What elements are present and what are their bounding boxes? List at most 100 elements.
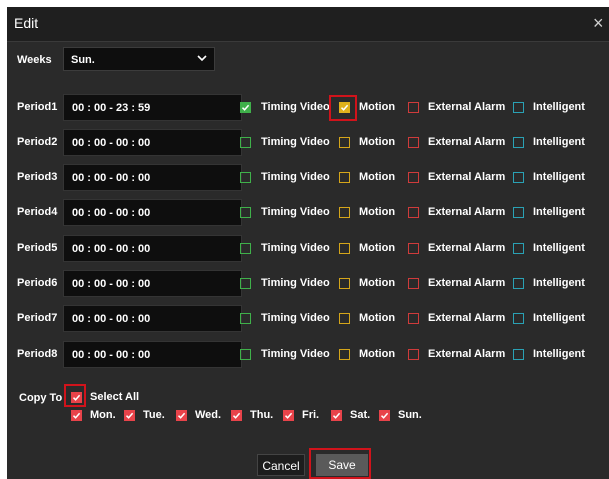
timing-label: Timing Video bbox=[261, 171, 330, 183]
period-label: Period5 bbox=[17, 242, 58, 254]
period-time-input[interactable]: 00 : 00 - 00 : 00 bbox=[63, 164, 242, 191]
motion-label: Motion bbox=[359, 206, 396, 218]
timing-label: Timing Video bbox=[261, 136, 330, 148]
period-row: Period5 00 : 00 - 00 : 00 Timing Video Moti… bbox=[7, 235, 609, 263]
period-label: Period6 bbox=[17, 277, 58, 289]
motion-checkbox[interactable] bbox=[339, 137, 350, 148]
chevron-down-icon bbox=[197, 55, 207, 62]
timing-label: Timing Video bbox=[261, 206, 330, 218]
motion-checkbox[interactable] bbox=[339, 243, 350, 254]
copy-day-checkbox[interactable] bbox=[124, 410, 135, 421]
copy-day-checkbox[interactable] bbox=[331, 410, 342, 421]
select-all-label: Select All bbox=[90, 391, 140, 403]
copy-day-checkbox[interactable] bbox=[176, 410, 187, 421]
period-time-value: 00 : 00 - 00 : 00 bbox=[72, 313, 151, 325]
timing-checkbox[interactable] bbox=[240, 349, 251, 360]
period-time-input[interactable]: 00 : 00 - 00 : 00 bbox=[63, 129, 242, 156]
alarm-checkbox[interactable] bbox=[408, 172, 419, 183]
weeks-select[interactable]: Sun. bbox=[63, 47, 215, 71]
period-label: Period8 bbox=[17, 348, 58, 360]
intelligent-label: Intelligent bbox=[533, 312, 585, 324]
alarm-checkbox[interactable] bbox=[408, 278, 419, 289]
dialog-title: Edit bbox=[14, 15, 39, 31]
period-time-input[interactable]: 00 : 00 - 00 : 00 bbox=[63, 235, 242, 262]
period-time-input[interactable]: 00 : 00 - 00 : 00 bbox=[63, 305, 242, 332]
alarm-checkbox[interactable] bbox=[408, 137, 419, 148]
alarm-checkbox[interactable] bbox=[408, 207, 419, 218]
motion-checkbox[interactable] bbox=[339, 207, 350, 218]
intelligent-checkbox[interactable] bbox=[513, 313, 524, 324]
motion-label: Motion bbox=[359, 312, 396, 324]
motion-checkbox[interactable] bbox=[339, 313, 350, 324]
select-all-highlight bbox=[64, 384, 86, 407]
edit-dialog: Edit × Weeks Sun. Period1 00 : 00 - 23 : … bbox=[7, 7, 609, 479]
motion-label: Motion bbox=[359, 277, 396, 289]
motion-label: Motion bbox=[359, 171, 396, 183]
period-time-input[interactable]: 00 : 00 - 00 : 00 bbox=[63, 270, 242, 297]
alarm-label: External Alarm bbox=[428, 206, 506, 218]
copy-to-label: Copy To bbox=[19, 392, 63, 404]
alarm-checkbox[interactable] bbox=[408, 102, 419, 113]
period-label: Period7 bbox=[17, 312, 58, 324]
copy-day-label: Mon. bbox=[90, 409, 116, 421]
intelligent-checkbox[interactable] bbox=[513, 137, 524, 148]
timing-checkbox[interactable] bbox=[240, 102, 251, 113]
timing-checkbox[interactable] bbox=[240, 137, 251, 148]
timing-label: Timing Video bbox=[261, 348, 330, 360]
alarm-label: External Alarm bbox=[428, 277, 506, 289]
alarm-checkbox[interactable] bbox=[408, 349, 419, 360]
period-time-value: 00 : 00 - 00 : 00 bbox=[72, 137, 151, 149]
timing-checkbox[interactable] bbox=[240, 313, 251, 324]
dialog-titlebar: Edit × bbox=[7, 7, 609, 42]
motion-label: Motion bbox=[359, 136, 396, 148]
alarm-label: External Alarm bbox=[428, 348, 506, 360]
timing-checkbox[interactable] bbox=[240, 172, 251, 183]
intelligent-checkbox[interactable] bbox=[513, 243, 524, 254]
period-time-value: 00 : 00 - 23 : 59 bbox=[72, 102, 151, 114]
copy-day-checkbox[interactable] bbox=[231, 410, 242, 421]
alarm-label: External Alarm bbox=[428, 171, 506, 183]
period-time-input[interactable]: 00 : 00 - 00 : 00 bbox=[63, 341, 242, 368]
intelligent-label: Intelligent bbox=[533, 348, 585, 360]
period-label: Period2 bbox=[17, 136, 58, 148]
period-row: Period4 00 : 00 - 00 : 00 Timing Video Moti… bbox=[7, 199, 609, 227]
intelligent-checkbox[interactable] bbox=[513, 207, 524, 218]
close-icon[interactable]: × bbox=[593, 14, 609, 32]
motion-checkbox[interactable] bbox=[339, 172, 350, 183]
period-row: Period8 00 : 00 - 00 : 00 Timing Video Moti… bbox=[7, 341, 609, 369]
motion-label: Motion bbox=[359, 242, 396, 254]
timing-checkbox[interactable] bbox=[240, 207, 251, 218]
intelligent-checkbox[interactable] bbox=[513, 172, 524, 183]
period-label: Period3 bbox=[17, 171, 58, 183]
cancel-button[interactable]: Cancel bbox=[257, 454, 305, 476]
copy-day-checkbox[interactable] bbox=[379, 410, 390, 421]
period-time-value: 00 : 00 - 00 : 00 bbox=[72, 207, 151, 219]
period-row: Period1 00 : 00 - 23 : 59 Timing Video Moti… bbox=[7, 94, 609, 122]
alarm-checkbox[interactable] bbox=[408, 243, 419, 254]
copy-day-checkbox[interactable] bbox=[283, 410, 294, 421]
timing-checkbox[interactable] bbox=[240, 278, 251, 289]
period-time-input[interactable]: 00 : 00 - 00 : 00 bbox=[63, 199, 242, 226]
motion-label: Motion bbox=[359, 348, 396, 360]
intelligent-label: Intelligent bbox=[533, 242, 585, 254]
period-row: Period3 00 : 00 - 00 : 00 Timing Video Moti… bbox=[7, 164, 609, 192]
period-label: Period4 bbox=[17, 206, 58, 218]
copy-day-checkbox[interactable] bbox=[71, 410, 82, 421]
motion-checkbox[interactable] bbox=[339, 349, 350, 360]
intelligent-checkbox[interactable] bbox=[513, 349, 524, 360]
alarm-label: External Alarm bbox=[428, 242, 506, 254]
weeks-label: Weeks bbox=[17, 54, 52, 66]
intelligent-label: Intelligent bbox=[533, 171, 585, 183]
intelligent-checkbox[interactable] bbox=[513, 102, 524, 113]
alarm-label: External Alarm bbox=[428, 312, 506, 324]
period-row: Period6 00 : 00 - 00 : 00 Timing Video Moti… bbox=[7, 270, 609, 298]
motion-checkbox[interactable] bbox=[339, 278, 350, 289]
period-time-input[interactable]: 00 : 00 - 23 : 59 bbox=[63, 94, 242, 121]
period-label: Period1 bbox=[17, 101, 58, 113]
intelligent-checkbox[interactable] bbox=[513, 278, 524, 289]
timing-checkbox[interactable] bbox=[240, 243, 251, 254]
alarm-label: External Alarm bbox=[428, 101, 506, 113]
weeks-select-value: Sun. bbox=[71, 54, 95, 66]
alarm-checkbox[interactable] bbox=[408, 313, 419, 324]
save-highlight bbox=[309, 448, 371, 479]
